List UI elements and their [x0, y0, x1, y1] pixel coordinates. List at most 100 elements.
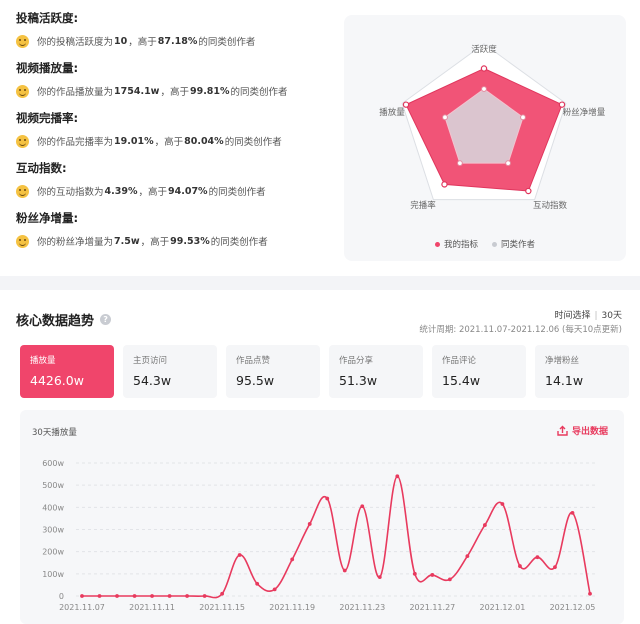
metric-value: 1754.1w: [114, 85, 160, 97]
y-tick-label: 0: [59, 592, 64, 601]
radar-point-mine: [402, 101, 410, 108]
data-point[interactable]: [167, 594, 172, 598]
radar-point-peers: [520, 114, 526, 121]
time-select[interactable]: 时间选择 | 30天: [554, 308, 622, 321]
section-title-text: 核心数据趋势: [16, 314, 95, 329]
data-point[interactable]: [360, 504, 365, 509]
data-point[interactable]: [342, 568, 347, 573]
data-point[interactable]: [553, 565, 557, 570]
data-point[interactable]: [150, 594, 154, 598]
data-point[interactable]: [307, 522, 312, 526]
x-tick-label: 2021.11.11: [129, 603, 175, 612]
metric-title: 粉丝净增量:: [16, 211, 79, 225]
x-tick-label: 2021.11.27: [409, 603, 455, 612]
time-select-value[interactable]: 30天: [602, 311, 622, 321]
metric-mid: ，高于: [140, 237, 170, 248]
metric-desc: 你的投稿活跃度为 10 ，高于 87.18% 的同类创作者: [16, 34, 255, 48]
card-label: 播放量: [30, 356, 56, 366]
data-point[interactable]: [272, 587, 277, 592]
data-point[interactable]: [115, 594, 119, 598]
metric-mid: ，高于: [154, 137, 184, 148]
x-tick-label: 2021.11.19: [269, 603, 315, 612]
data-point[interactable]: [482, 523, 487, 527]
metric-card[interactable]: 播放量 4426.0w: [20, 345, 114, 398]
radar-axis-label: 完播率: [410, 200, 436, 211]
data-point[interactable]: [377, 575, 382, 580]
data-point[interactable]: [535, 555, 540, 560]
data-point[interactable]: [588, 591, 592, 596]
metric-card[interactable]: 作品分享 51.3w: [329, 345, 423, 398]
time-select-divider: |: [594, 311, 598, 321]
data-point[interactable]: [255, 581, 260, 586]
x-tick-label: 2021.11.15: [199, 603, 245, 612]
metric-post: 的同类创作者: [208, 187, 266, 198]
data-point[interactable]: [395, 474, 400, 479]
legend-mine-dot: [434, 241, 440, 247]
line-chart: 0 100w 200w 300w 400w 500w 600w 2021.11.07 2021.…: [42, 459, 596, 612]
smile-icon: [16, 184, 29, 198]
data-point[interactable]: [325, 496, 330, 501]
x-tick-label: 2021.11.07: [59, 603, 105, 612]
metric-title: 视频播放量:: [16, 61, 79, 75]
card-label: 作品分享: [339, 356, 374, 366]
x-tick-label: 2021.11.23: [339, 603, 385, 612]
metric-post: 的同类创作者: [198, 37, 256, 48]
data-point[interactable]: [202, 594, 207, 598]
card-value: 15.4w: [442, 373, 481, 388]
metric-pre: 你的作品播放量为: [37, 87, 114, 98]
help-icon[interactable]: ?: [100, 314, 112, 325]
trend-panel: 核心数据趋势 ? 时间选择 | 30天 统计周期: 2021.11.07-2021.…: [0, 290, 640, 624]
metric-card[interactable]: 作品评论 15.4w: [432, 345, 526, 398]
card-value: 54.3w: [133, 373, 172, 388]
radar-axis-label: 互动指数: [533, 200, 568, 211]
metric-title: 视频完播率:: [16, 111, 79, 125]
data-point[interactable]: [412, 571, 417, 576]
data-point[interactable]: [132, 594, 137, 598]
card-value: 14.1w: [545, 373, 584, 388]
metric-card[interactable]: 作品点赞 95.5w: [226, 345, 320, 398]
radar-axis-label: 粉丝净增量: [563, 107, 606, 118]
metric-pct: 80.04%: [184, 135, 224, 147]
metric-pre: 你的作品完播率为: [37, 137, 114, 148]
data-point[interactable]: [97, 594, 102, 598]
smile-icon: [16, 234, 29, 248]
card-value: 95.5w: [236, 373, 275, 388]
legend-mine[interactable]: 我的指标: [434, 238, 478, 250]
radar-chart: 活跃度粉丝净增量互动指数 完播率 播放量: [379, 43, 606, 211]
data-point[interactable]: [465, 554, 470, 558]
radar-legend: 我的指标 同类作者: [344, 238, 626, 250]
metric-card[interactable]: 主页访问 54.3w: [123, 345, 217, 398]
data-point[interactable]: [237, 553, 242, 557]
metric-title: 投稿活跃度:: [16, 11, 79, 25]
x-tick-label: 2021.12.01: [480, 603, 526, 612]
radar-point-peers: [442, 114, 448, 121]
data-point[interactable]: [185, 594, 190, 598]
radar-point-mine: [441, 181, 448, 188]
data-point[interactable]: [220, 591, 225, 596]
metric-pct: 99.53%: [170, 235, 210, 247]
time-select-label: 时间选择: [554, 311, 591, 321]
data-point[interactable]: [500, 502, 505, 506]
data-point[interactable]: [80, 594, 84, 598]
data-point[interactable]: [290, 557, 295, 562]
metric-mid: ，高于: [138, 187, 167, 198]
metric-value: 4.39%: [104, 185, 138, 197]
metric-post: 的同类创作者: [210, 237, 268, 248]
radar-axis-label: 播放量: [379, 107, 405, 118]
metric-desc: 你的作品播放量为 1754.1w ，高于 99.81% 的同类创作者: [16, 84, 288, 98]
metric-card[interactable]: 净增粉丝 14.1w: [535, 345, 629, 398]
radar-card: 活跃度粉丝净增量互动指数 完播率 播放量 我的指标 同类作者: [344, 15, 626, 261]
data-point[interactable]: [570, 510, 575, 515]
y-tick-label: 500w: [42, 481, 64, 490]
smile-icon: [16, 134, 29, 148]
series-line: [82, 475, 591, 599]
legend-peers[interactable]: 同类作者: [492, 238, 535, 250]
y-tick-label: 200w: [42, 548, 64, 557]
radar-axis-label: 活跃度: [471, 44, 497, 55]
smile-icon: [16, 84, 29, 98]
data-point[interactable]: [447, 577, 452, 582]
metric-pre: 你的投稿活跃度为: [37, 37, 114, 48]
section-title: 核心数据趋势 ?: [16, 310, 112, 329]
data-point[interactable]: [430, 573, 435, 577]
data-point[interactable]: [518, 564, 522, 568]
